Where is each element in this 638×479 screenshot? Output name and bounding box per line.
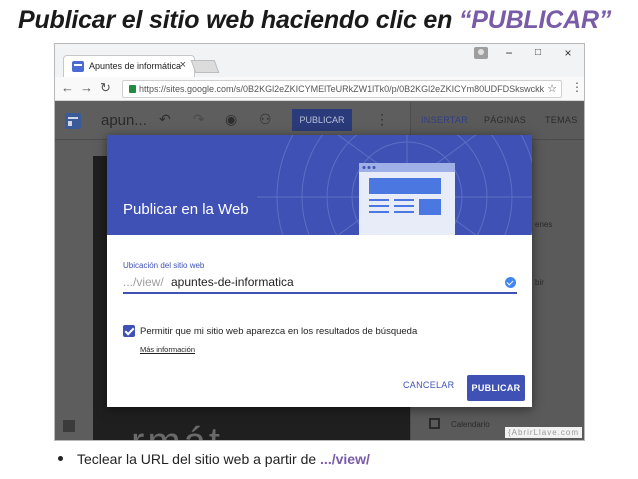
browser-screenshot: Apuntes de informática × − □ × ← → ↻ htt… [54, 43, 585, 441]
slide: Publicar el sitio web haciendo clic en “… [0, 0, 638, 479]
more-info-link[interactable]: Más información [140, 345, 195, 354]
calendar-icon [429, 418, 440, 429]
calendar-label[interactable]: Calendario [451, 420, 490, 429]
dialog-header: Publicar en la Web [107, 135, 532, 235]
toolbar-publish-button[interactable]: PUBLICAR [292, 109, 352, 131]
site-name[interactable]: apun... [101, 112, 147, 129]
input-underline [123, 292, 517, 294]
slide-title: Publicar el sitio web haciendo clic en “… [18, 6, 611, 35]
profile-icon[interactable] [474, 47, 488, 59]
browser-tab[interactable]: Apuntes de informática × [63, 55, 195, 77]
lock-icon [129, 85, 136, 93]
feedback-flag-icon[interactable] [63, 420, 75, 432]
undo-icon[interactable]: ↶ [159, 111, 171, 128]
address-bar[interactable]: https://sites.google.com/s/0B2KGl2eZKICY… [122, 80, 562, 98]
slide-title-text: Publicar el sitio web haciendo clic en [18, 6, 459, 34]
slide-title-accent: “PUBLICAR” [458, 6, 612, 34]
url-available-check-icon [505, 277, 516, 288]
publish-button[interactable]: PUBLICAR [467, 375, 525, 401]
cancel-button[interactable]: CANCELAR [403, 380, 454, 390]
close-window-button[interactable]: × [555, 44, 581, 62]
publish-dialog: Publicar en la Web Ubicación del sitio w… [107, 135, 532, 407]
dialog-title: Publicar en la Web [123, 201, 249, 218]
search-visibility-label[interactable]: Permitir que mi sitio web aparezca en lo… [140, 326, 417, 337]
web-illustration-icon [257, 135, 532, 235]
address-bar-row: ← → ↻ https://sites.google.com/s/0B2KGl2… [55, 77, 584, 101]
bullet-accent: .../view/ [320, 451, 370, 467]
dialog-body: Ubicación del sitio web .../view/ Permit… [107, 235, 532, 407]
tab-paginas[interactable]: PÁGINAS [484, 115, 526, 125]
minimize-button[interactable]: − [496, 44, 522, 62]
more-options-icon[interactable]: ⋮ [375, 111, 389, 128]
url-text: https://sites.google.com/s/0B2KGl2eZKICY… [139, 84, 545, 94]
tab-strip: Apuntes de informática × − □ × [55, 44, 584, 77]
watermark: {AbrirLlave.com [504, 427, 582, 438]
maximize-button[interactable]: □ [525, 44, 551, 62]
tab-title: Apuntes de informática [89, 61, 182, 71]
reload-icon[interactable]: ↻ [100, 80, 111, 96]
preview-eye-icon[interactable]: ◉ [225, 111, 237, 128]
url-prefix: .../view/ [123, 275, 164, 289]
side-snippet-upload: bir [535, 278, 544, 287]
redo-icon[interactable]: ↷ [193, 111, 205, 128]
canvas-heading-text: rmát [131, 420, 223, 440]
new-tab-button[interactable] [190, 60, 220, 73]
sites-logo-icon[interactable] [65, 113, 81, 129]
bullet-dot-icon [58, 455, 63, 461]
bullet-instruction: Teclear la URL del sitio web a partir de… [58, 451, 370, 467]
forward-arrow-icon[interactable]: → [80, 80, 93, 95]
share-person-icon[interactable]: ⚇ [259, 111, 272, 128]
search-visibility-checkbox[interactable] [123, 325, 135, 337]
tab-temas[interactable]: TEMAS [545, 115, 578, 125]
tab-insertar[interactable]: INSERTAR [421, 115, 468, 125]
sites-favicon-icon [72, 61, 84, 72]
site-location-label: Ubicación del sitio web [123, 261, 205, 270]
bullet-text: Teclear la URL del sitio web a partir de [77, 451, 321, 467]
bookmark-star-icon[interactable]: ☆ [547, 82, 557, 95]
site-url-input[interactable] [171, 275, 491, 289]
tab-close-icon[interactable]: × [180, 59, 186, 71]
chrome-menu-icon[interactable]: ⋮ [571, 80, 583, 94]
back-arrow-icon[interactable]: ← [61, 80, 74, 95]
side-snippet-images: enes [535, 220, 553, 229]
